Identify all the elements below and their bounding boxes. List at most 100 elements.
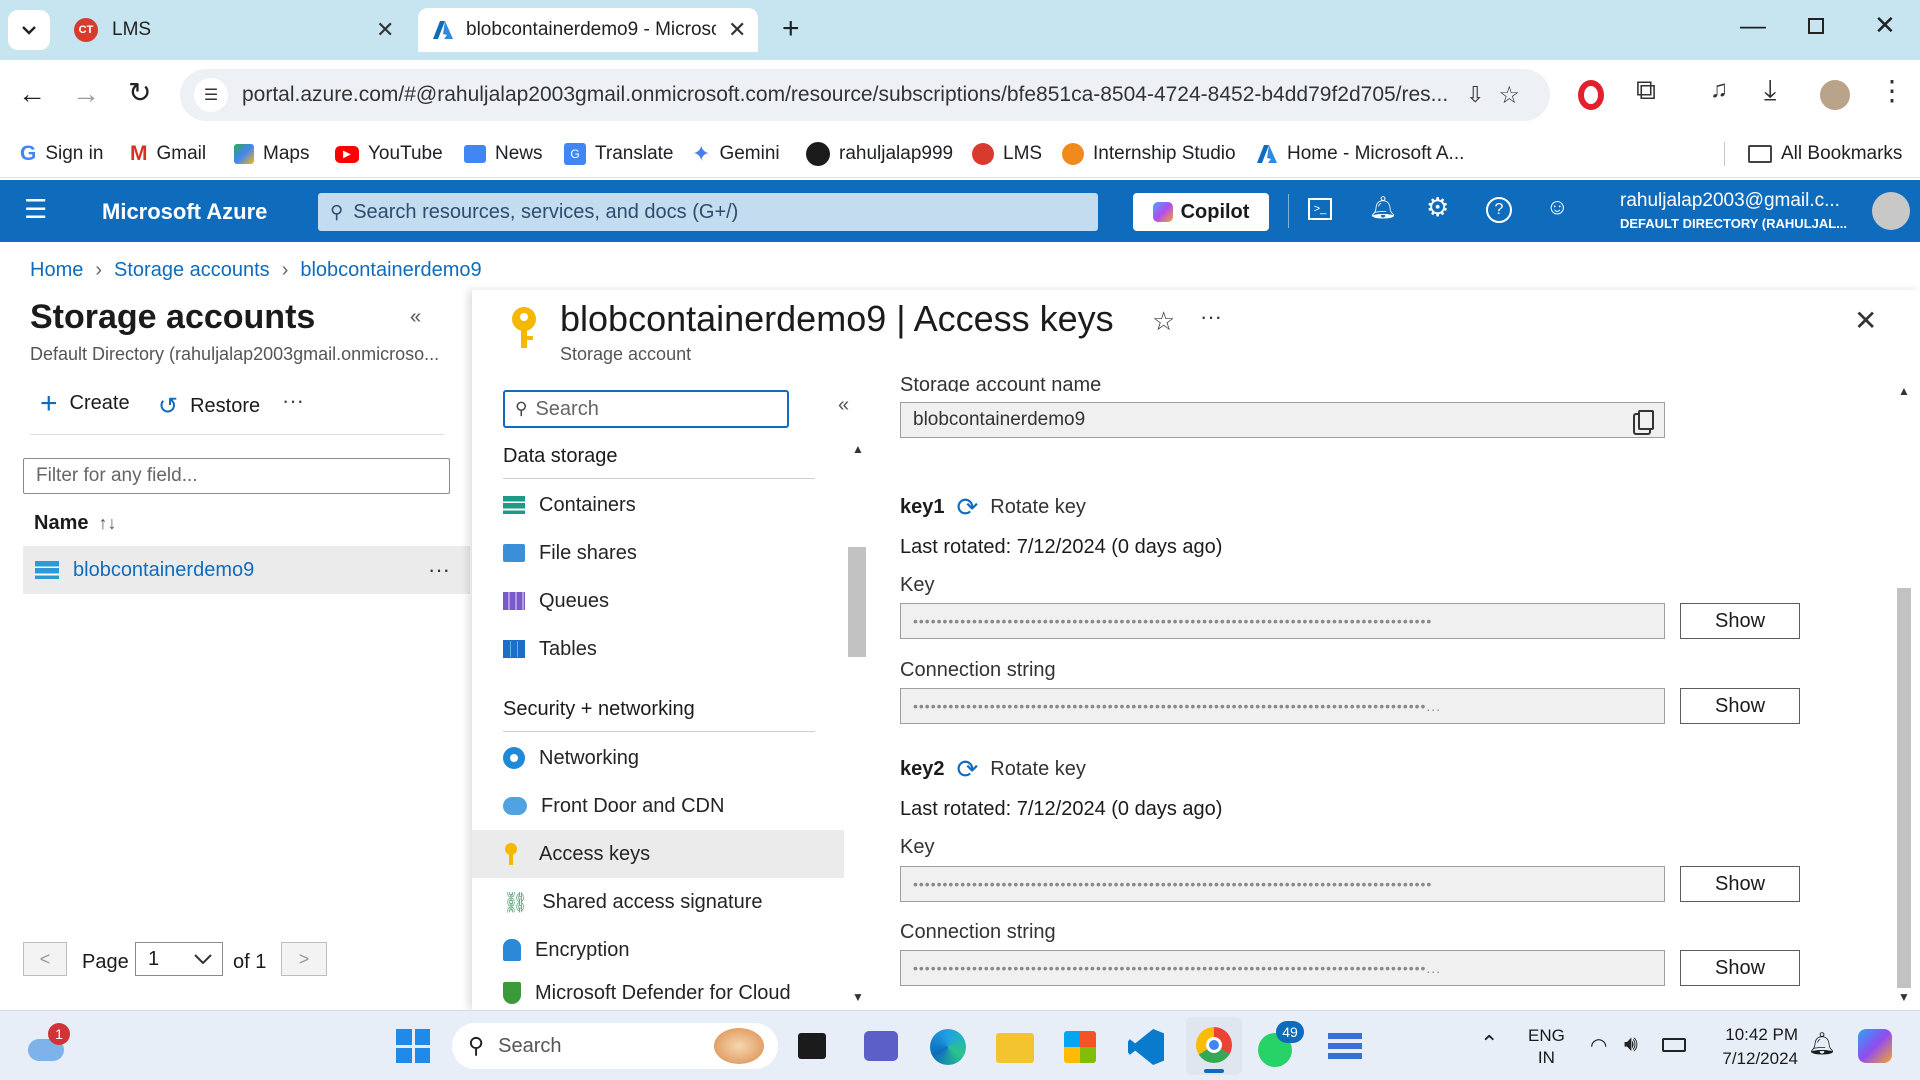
column-name-header[interactable]: Name ↑↓ (34, 508, 116, 538)
battery-icon[interactable] (1662, 1038, 1686, 1052)
key2-conn-show-button[interactable]: Show (1680, 950, 1800, 986)
vscode-icon[interactable] (1128, 1029, 1164, 1065)
bookmark-translate[interactable]: G Translate (564, 130, 674, 178)
rotate-icon[interactable]: ⟳ (957, 492, 979, 523)
minimize-icon[interactable]: — (1740, 10, 1766, 41)
whatsapp-button[interactable]: 49 (1258, 1021, 1304, 1067)
feedback-icon[interactable]: ☺ (1546, 194, 1568, 220)
collapse-icon[interactable]: « (410, 306, 421, 329)
cloud-shell-icon[interactable]: >_ (1308, 198, 1332, 220)
file-explorer-icon[interactable] (996, 1033, 1034, 1063)
menu-item-tables[interactable]: Tables (503, 625, 597, 673)
azure-search-input[interactable]: ⚲ Search resources, services, and docs (… (318, 193, 1098, 231)
menu-item-front-door[interactable]: Front Door and CDN (503, 782, 724, 830)
rotate-key-button[interactable]: Rotate key (990, 758, 1086, 781)
restore-icon[interactable] (1808, 18, 1824, 34)
tab-azure[interactable]: blobcontainerdemo9 - Microsoft ✕ (418, 8, 758, 52)
close-icon[interactable]: ✕ (728, 17, 746, 43)
media-icon[interactable]: ♫ (1710, 76, 1728, 104)
volume-icon[interactable]: 🔊︎ (1624, 1031, 1638, 1057)
more-icon[interactable]: ··· (1200, 304, 1222, 330)
filter-input[interactable]: Filter for any field... (23, 458, 450, 494)
chevron-up-icon[interactable]: ⌃ (1480, 1031, 1498, 1057)
content-scrollbar[interactable]: ▲ ▼ (1894, 384, 1914, 1008)
app-icon[interactable] (1328, 1033, 1362, 1063)
new-tab-icon[interactable]: + (782, 12, 800, 46)
create-button[interactable]: + Create (40, 388, 130, 418)
tab-lms[interactable]: CT LMS ✕ (60, 8, 410, 52)
copilot-button[interactable]: Copilot (1133, 193, 1269, 231)
hamburger-icon[interactable]: ☰ (24, 194, 47, 225)
omnibox[interactable]: ☰ portal.azure.com/#@rahuljalap2003gmail… (180, 69, 1550, 121)
notification-bell-icon[interactable]: 🔔︎ (1808, 1031, 1836, 1057)
collapse-menu-icon[interactable]: « (838, 394, 849, 417)
key1-conn-show-button[interactable]: Show (1680, 688, 1800, 724)
more-icon[interactable]: ··· (282, 388, 304, 414)
page-select[interactable]: 1 (135, 942, 223, 976)
table-row[interactable]: blobcontainerdemo9 ··· (23, 546, 470, 594)
profile-avatar[interactable] (1820, 80, 1850, 110)
menu-scrollbar[interactable]: ▲ ▼ (846, 442, 868, 1008)
breadcrumb-storage-accounts[interactable]: Storage accounts (114, 259, 270, 282)
key2-conn-field[interactable]: ••••••••••••••••••••••••••••••••••••••••… (900, 950, 1665, 986)
language-indicator[interactable]: ENG IN (1528, 1025, 1565, 1069)
bookmark-gemini[interactable]: ✦ Gemini (692, 130, 780, 178)
breadcrumb-resource[interactable]: blobcontainerdemo9 (300, 259, 481, 282)
menu-item-defender[interactable]: Microsoft Defender for Cloud (503, 974, 791, 1010)
opera-icon[interactable] (1578, 80, 1604, 110)
azure-brand[interactable]: Microsoft Azure (102, 199, 267, 225)
next-page-button[interactable]: > (281, 942, 327, 976)
scroll-down-icon[interactable]: ▼ (1898, 990, 1910, 1004)
copilot-taskbar-icon[interactable] (1858, 1029, 1892, 1063)
copy-icon[interactable] (1638, 410, 1654, 430)
chrome-taskbar-button[interactable] (1186, 1017, 1242, 1075)
taskbar-search[interactable]: ⚲ Search (452, 1023, 778, 1069)
menu-item-access-keys[interactable]: Access keys (472, 830, 844, 878)
wifi-icon[interactable]: ◠ (1590, 1033, 1607, 1058)
rotate-icon[interactable]: ⟳ (957, 754, 979, 785)
menu-item-sas[interactable]: ⛓ Shared access signature (503, 878, 763, 926)
teams-icon[interactable] (864, 1031, 898, 1061)
storage-name-field[interactable]: blobcontainerdemo9 (900, 402, 1665, 438)
key1-key-field[interactable]: ••••••••••••••••••••••••••••••••••••••••… (900, 603, 1665, 639)
forward-icon[interactable]: → (72, 78, 100, 110)
prev-page-button[interactable]: < (23, 942, 67, 976)
scroll-down-icon[interactable]: ▼ (852, 990, 864, 1004)
favorite-star-icon[interactable]: ☆ (1152, 306, 1175, 337)
tab-search-button[interactable] (8, 10, 50, 50)
start-button[interactable] (396, 1029, 430, 1063)
scroll-thumb[interactable] (848, 547, 866, 657)
account-info[interactable]: rahuljalap2003@gmail.c... DEFAULT DIRECT… (1620, 190, 1860, 231)
bookmark-youtube[interactable]: ▶ YouTube (335, 130, 443, 178)
rotate-key-button[interactable]: Rotate key (990, 496, 1086, 519)
help-icon[interactable]: ? (1486, 197, 1512, 223)
scroll-up-icon[interactable]: ▲ (852, 442, 864, 456)
clock[interactable]: 10:42 PM 7/12/2024 (1710, 1023, 1798, 1071)
extensions-icon[interactable]: ⧉ (1636, 74, 1656, 107)
key2-key-show-button[interactable]: Show (1680, 866, 1800, 902)
close-window-icon[interactable]: ✕ (1874, 10, 1896, 41)
bookmark-maps[interactable]: Maps (234, 130, 309, 178)
more-icon[interactable]: ··· (428, 557, 450, 583)
star-icon[interactable]: ☆ (1498, 81, 1520, 110)
avatar[interactable] (1872, 192, 1910, 230)
close-icon[interactable]: ✕ (376, 17, 394, 43)
edge-icon[interactable] (930, 1029, 966, 1065)
reload-icon[interactable]: ↻ (128, 76, 151, 109)
row-link[interactable]: blobcontainerdemo9 (73, 559, 254, 582)
bookmark-gmail[interactable]: M Gmail (130, 130, 206, 178)
breadcrumb-home[interactable]: Home (30, 259, 83, 282)
gear-icon[interactable]: ⚙ (1426, 192, 1449, 223)
bookmark-news[interactable]: News (464, 130, 543, 178)
menu-search-input[interactable]: ⚲ Search (503, 390, 789, 428)
close-blade-icon[interactable]: ✕ (1854, 304, 1877, 337)
menu-item-encryption[interactable]: Encryption (503, 926, 630, 974)
weather-widget[interactable]: 1 (28, 1023, 70, 1065)
install-icon[interactable]: ⇩ (1466, 82, 1484, 108)
menu-item-containers[interactable]: Containers (503, 481, 636, 529)
bookmark-lms[interactable]: LMS (972, 130, 1042, 178)
menu-icon[interactable]: ⋮ (1878, 74, 1906, 107)
download-icon[interactable]: ⤓ (1764, 74, 1776, 107)
store-icon[interactable] (1064, 1031, 1096, 1063)
menu-item-queues[interactable]: Queues (503, 577, 609, 625)
